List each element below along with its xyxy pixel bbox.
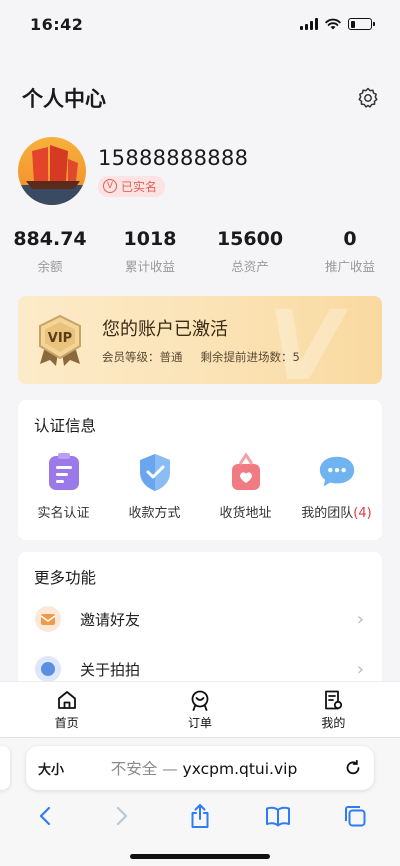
- url-domain: yxcpm.qtui.vip: [182, 760, 298, 778]
- home-icon: [57, 691, 76, 709]
- auth-item-payment-method[interactable]: 收款方式: [109, 452, 200, 521]
- auth-item-label: 收款方式: [128, 506, 181, 521]
- profile-doc-icon: [325, 690, 343, 710]
- back-button[interactable]: [25, 805, 65, 827]
- stat-value: 0: [343, 228, 357, 250]
- vip-level: 会员等级：普通: [102, 350, 183, 364]
- stat-balance[interactable]: 884.74 余额: [0, 228, 100, 275]
- envelope-icon: [35, 606, 61, 632]
- stat-value: 15600: [216, 228, 284, 250]
- cellular-signal-icon: [300, 18, 318, 30]
- address-bar[interactable]: 大小 不安全 — yxcpm.qtui.vip: [26, 746, 374, 790]
- tab-label: 首页: [54, 716, 79, 730]
- tabs-button[interactable]: [335, 804, 375, 828]
- avatar[interactable]: [18, 137, 86, 205]
- tab-orders[interactable]: 订单: [133, 682, 266, 737]
- shield-check-icon: [139, 454, 170, 491]
- team-count: (4): [353, 506, 372, 521]
- page-title: 个人中心: [22, 87, 106, 111]
- status-bar: 16:42: [0, 0, 400, 48]
- stat-value: 1018: [123, 228, 177, 250]
- browser-toolbar: [0, 798, 400, 834]
- bottom-tab-bar: 首页 订单 我的: [0, 681, 400, 737]
- menu-item-invite-friends[interactable]: 邀请好友 ›: [18, 594, 382, 644]
- phone-number: 15888888888: [98, 145, 249, 170]
- vip-remaining-entries: 剩余提前进场数：5: [200, 350, 300, 364]
- tabs-icon: [345, 806, 366, 827]
- text-size-button[interactable]: 大小: [38, 759, 64, 778]
- tab-mine[interactable]: 我的: [267, 682, 400, 737]
- more-functions-title: 更多功能: [34, 569, 97, 587]
- tab-label: 我的: [321, 716, 346, 730]
- stat-value: 884.74: [13, 228, 87, 250]
- bookmarks-button[interactable]: [258, 805, 298, 827]
- stat-label: 总资产: [231, 259, 269, 274]
- stat-promotion-earnings[interactable]: 0 推广收益: [300, 228, 400, 275]
- junk-ship-avatar-image: [18, 137, 86, 205]
- auth-item-real-name[interactable]: 实名认证: [18, 452, 109, 521]
- tab-home[interactable]: 首页: [0, 682, 133, 737]
- status-time: 16:42: [30, 14, 84, 34]
- chevron-right-icon: ›: [356, 658, 364, 680]
- settings-gear-icon[interactable]: [356, 86, 380, 110]
- heart-bag-icon: [231, 452, 260, 490]
- verified-badge-label: 已实名: [121, 179, 158, 194]
- page-header: 个人中心: [0, 78, 400, 118]
- menu-item-label: 关于拍拍: [80, 660, 141, 679]
- reload-icon[interactable]: [344, 759, 362, 777]
- stat-cumulative-earnings[interactable]: 1018 累计收益: [100, 228, 200, 275]
- vip-status-card[interactable]: V VIP 您的账户已激活 会员等级：普通 剩余提前进场数：5: [18, 296, 382, 384]
- vip-badge-icon: VIP: [39, 314, 81, 366]
- wifi-icon: [325, 18, 341, 30]
- certification-title: 认证信息: [34, 417, 97, 435]
- share-icon: [191, 804, 209, 828]
- battery-level: [350, 20, 356, 28]
- chevron-left-icon: [39, 806, 50, 826]
- certification-card: 认证信息 实名认证 收款方式 收货地址 我的团队(4): [18, 400, 382, 540]
- stat-label: 推广收益: [324, 259, 375, 274]
- stats-row: 884.74 余额 1018 累计收益 15600 总资产 0 推广收益: [0, 228, 400, 275]
- tab-label: 订单: [187, 716, 212, 730]
- vip-title: 您的账户已激活: [102, 319, 228, 340]
- verified-v-icon: V: [103, 179, 117, 193]
- share-button[interactable]: [180, 803, 220, 829]
- status-icons: [300, 18, 375, 30]
- auth-item-label: 实名认证: [37, 506, 90, 521]
- info-icon: [35, 656, 61, 682]
- verified-badge: V 已实名: [98, 175, 166, 197]
- id-card-icon: [48, 453, 79, 490]
- forward-button[interactable]: [102, 805, 142, 827]
- chat-bubble-icon: [319, 456, 354, 487]
- profile-section: 15888888888 V 已实名: [18, 137, 248, 205]
- stat-label: 余额: [37, 259, 63, 274]
- browser-chrome: 大小 不安全 — yxcpm.qtui.vip: [0, 737, 400, 866]
- auth-item-my-team[interactable]: 我的团队(4): [291, 452, 382, 521]
- insecure-label: 不安全 —: [110, 760, 183, 778]
- stat-total-assets[interactable]: 15600 总资产: [200, 228, 300, 275]
- auth-item-label: 收货地址: [219, 506, 272, 521]
- book-icon: [265, 806, 290, 827]
- chevron-right-icon: ›: [356, 608, 364, 630]
- auth-item-label: 我的团队(4): [301, 506, 372, 521]
- home-indicator: [130, 854, 270, 859]
- svg-text:VIP: VIP: [48, 331, 72, 346]
- previous-tab-peek[interactable]: [0, 746, 10, 790]
- menu-item-label: 邀请好友: [80, 610, 141, 629]
- auth-item-shipping-address[interactable]: 收货地址: [200, 452, 291, 521]
- chevron-right-icon: [117, 806, 128, 826]
- battery-icon: [348, 18, 375, 30]
- order-icon: [191, 690, 209, 711]
- url-display[interactable]: 不安全 — yxcpm.qtui.vip: [64, 757, 344, 779]
- stat-label: 累计收益: [124, 259, 175, 274]
